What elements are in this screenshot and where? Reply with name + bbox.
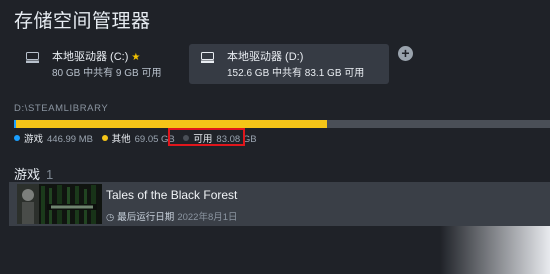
page-title: 存储空间管理器 [14,11,151,32]
hard-drive-icon [26,52,39,63]
drive-tile-c[interactable]: 本地驱动器 (C:) ★ 80 GB 中共有 9 GB 可用 [14,44,172,84]
hard-drive-icon [201,52,214,63]
background-fade [440,226,550,274]
legend-item-other: 其他 69.05 GB [101,131,175,145]
clock-icon: ◷ [106,212,115,223]
drive-tile-d[interactable]: 本地驱动器 (D:) 152.6 GB 中共有 83.1 GB 可用 [189,44,389,84]
legend-dot-other [101,135,108,141]
default-star-icon: ★ [131,52,141,63]
game-thumbnail [17,184,102,224]
last-played: ◷ 最后运行日期 2022年8月1日 [106,212,238,223]
games-section-header: 游戏 1 [14,167,54,182]
free-space-highlight [168,128,245,146]
storage-usage-bar [14,120,550,128]
legend-item-games: 游戏 446.99 MB [14,131,93,145]
add-drive-button[interactable]: + [398,46,413,61]
usage-segment-other [15,120,328,128]
drive-name: 本地驱动器 (C:) [52,51,129,63]
game-row[interactable]: Tales of the Black Forest ◷ 最后运行日期 2022年8月… [9,182,550,226]
drive-usage: 152.6 GB 中共有 83.1 GB 可用 [227,68,365,79]
game-title: Tales of the Black Forest [106,188,238,202]
library-path: D:\STEAMLIBRARY [14,103,109,114]
legend-dot-games [14,135,20,141]
drive-usage: 80 GB 中共有 9 GB 可用 [52,68,162,79]
games-count: 1 [46,167,54,182]
drive-name: 本地驱动器 (D:) [227,51,304,63]
